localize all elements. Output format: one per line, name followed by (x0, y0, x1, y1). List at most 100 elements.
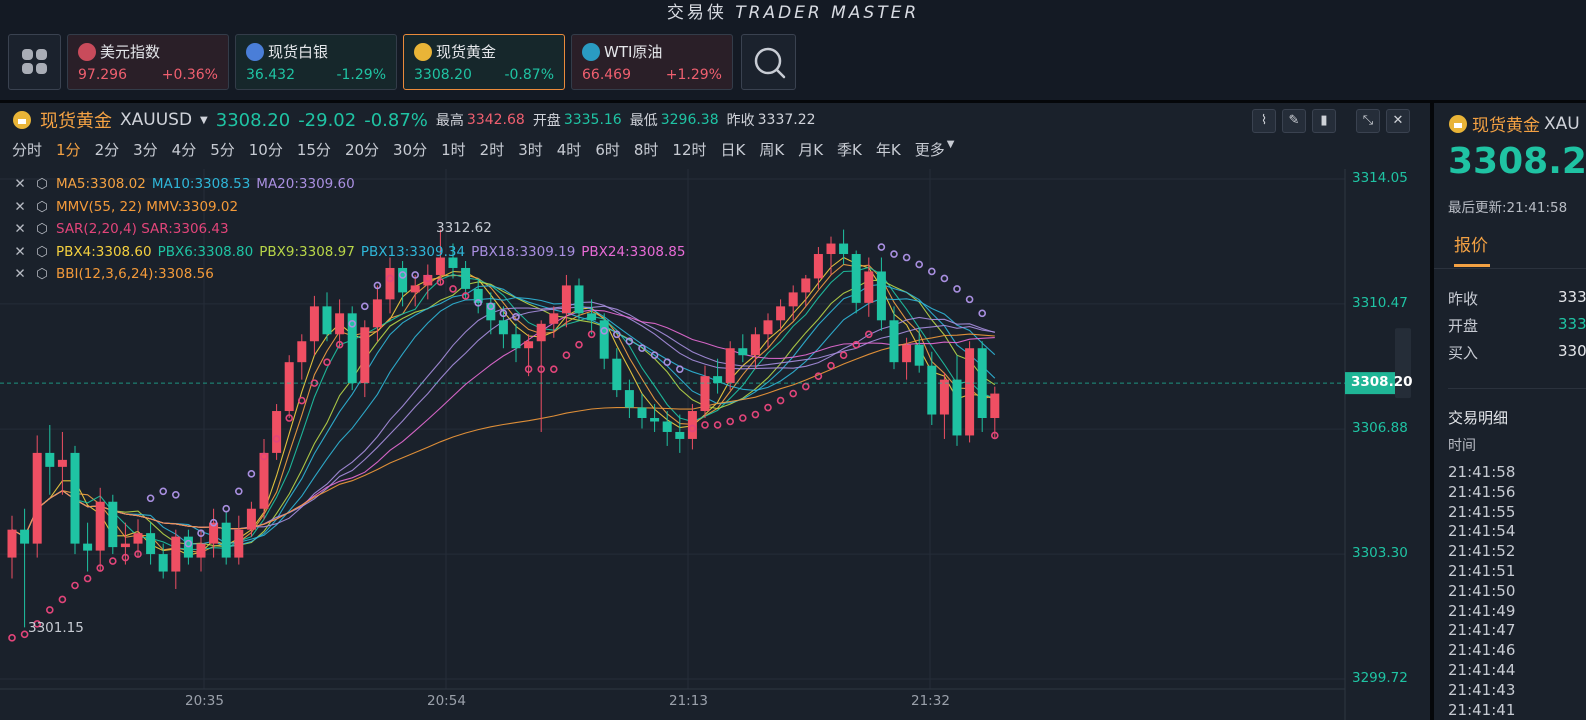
candle-body[interactable] (864, 271, 874, 303)
candle-body[interactable] (725, 348, 735, 384)
period-tab[interactable]: 5分 (210, 139, 235, 160)
candle-body[interactable] (70, 452, 80, 544)
candle-body[interactable] (561, 285, 571, 314)
period-tab[interactable]: 1分 (56, 139, 81, 160)
candle-body[interactable] (813, 254, 823, 279)
candle-body[interactable] (196, 543, 206, 558)
candle-body[interactable] (284, 362, 294, 412)
period-tab[interactable]: 分时 (12, 139, 42, 160)
remove-indicator-icon[interactable]: ✕ (12, 196, 28, 219)
candle-body[interactable] (788, 292, 798, 307)
period-tab[interactable]: 4分 (172, 139, 197, 160)
candle-body[interactable] (612, 358, 622, 391)
candle-body[interactable] (599, 320, 609, 359)
candle-body[interactable] (511, 334, 521, 349)
candle-body[interactable] (20, 529, 30, 544)
candle-body[interactable] (738, 348, 748, 356)
candle-body[interactable] (133, 533, 143, 544)
candle-body[interactable] (7, 529, 17, 558)
close-button[interactable]: ✕ (1386, 109, 1410, 133)
candle-body[interactable] (536, 323, 546, 342)
draw-button[interactable]: ✎ (1282, 109, 1306, 133)
grid-menu-button[interactable] (8, 34, 61, 90)
candle-body[interactable] (851, 254, 861, 303)
period-tab[interactable]: 更多 (915, 139, 945, 160)
symbol-code[interactable]: XAUUSD (120, 110, 192, 130)
candle-body[interactable] (410, 285, 420, 293)
period-tab[interactable]: 2时 (480, 139, 505, 160)
candle-body[interactable] (57, 459, 67, 467)
candle-body[interactable] (108, 501, 118, 548)
ticker-card[interactable]: 现货白银 36.432 -1.29% (235, 34, 397, 90)
symbol-name[interactable]: 现货黄金 (40, 107, 112, 133)
candle-body[interactable] (990, 393, 1000, 419)
period-tab[interactable]: 4时 (557, 139, 582, 160)
candle-body[interactable] (650, 418, 660, 422)
chevron-down-icon[interactable]: ▼ (200, 115, 208, 126)
candle-body[interactable] (45, 452, 55, 467)
candle-body[interactable] (826, 243, 836, 255)
candle-body[interactable] (662, 421, 672, 432)
collapse-button[interactable]: ⤡ (1356, 109, 1380, 133)
candle-body[interactable] (234, 529, 244, 558)
candle-body[interactable] (965, 348, 975, 436)
candle-body[interactable] (272, 411, 282, 453)
period-tab[interactable]: 2分 (95, 139, 120, 160)
candle-body[interactable] (549, 313, 559, 324)
settings-icon[interactable]: ⬡ (34, 196, 50, 219)
candle-body[interactable] (309, 306, 319, 342)
remove-indicator-icon[interactable]: ✕ (12, 263, 28, 286)
candle-body[interactable] (146, 533, 156, 555)
candle-body[interactable] (322, 306, 332, 335)
ticker-card[interactable]: 现货黄金 3308.20 -0.87% (403, 34, 565, 90)
period-tab[interactable]: 季K (837, 139, 862, 160)
settings-icon[interactable]: ⬡ (34, 241, 50, 264)
candle-body[interactable] (952, 379, 962, 436)
settings-icon[interactable]: ⬡ (34, 173, 50, 196)
period-tab[interactable]: 周K (759, 139, 784, 160)
indicator-button[interactable]: ⌇ (1252, 109, 1276, 133)
candle-body[interactable] (750, 334, 760, 356)
settings-icon[interactable]: ⬡ (34, 218, 50, 241)
candle-body[interactable] (876, 271, 886, 321)
period-tab[interactable]: 6时 (595, 139, 620, 160)
candle-body[interactable] (587, 313, 597, 321)
period-tab[interactable]: 10分 (249, 139, 283, 160)
candle-body[interactable] (902, 344, 912, 363)
candle-body[interactable] (763, 320, 773, 335)
candle-body[interactable] (624, 390, 634, 408)
candle-body[interactable] (83, 543, 93, 551)
candle-body[interactable] (675, 431, 685, 439)
period-tab[interactable]: 15分 (297, 139, 331, 160)
candle-body[interactable] (776, 306, 786, 321)
candle-body[interactable] (637, 407, 647, 419)
candle-body[interactable] (939, 379, 949, 415)
candle-body[interactable] (246, 508, 256, 530)
ticker-card[interactable]: WTI原油 66.469 +1.29% (571, 34, 733, 90)
candle-type-button[interactable]: ▮ (1312, 109, 1336, 133)
period-tab[interactable]: 年K (876, 139, 901, 160)
candle-body[interactable] (32, 452, 42, 544)
candle-body[interactable] (889, 320, 899, 363)
candle-body[interactable] (574, 285, 584, 314)
candle-body[interactable] (158, 554, 168, 572)
search-button[interactable] (741, 34, 796, 90)
candle-body[interactable] (95, 501, 105, 551)
chevron-down-icon[interactable]: ▼ (947, 139, 955, 160)
period-tab[interactable]: 日K (721, 139, 746, 160)
candle-body[interactable] (839, 243, 849, 255)
remove-indicator-icon[interactable]: ✕ (12, 241, 28, 264)
candle-body[interactable] (524, 341, 534, 349)
candle-body[interactable] (360, 327, 370, 384)
period-tab[interactable]: 月K (798, 139, 823, 160)
remove-indicator-icon[interactable]: ✕ (12, 173, 28, 196)
candle-body[interactable] (221, 522, 231, 558)
settings-icon[interactable]: ⬡ (34, 263, 50, 286)
period-tab[interactable]: 3时 (518, 139, 543, 160)
ticker-card[interactable]: 美元指数 97.296 +0.36% (67, 34, 229, 90)
candle-body[interactable] (120, 543, 130, 548)
candle-body[interactable] (927, 365, 937, 415)
remove-indicator-icon[interactable]: ✕ (12, 218, 28, 241)
period-tab[interactable]: 20分 (345, 139, 379, 160)
candle-body[interactable] (335, 313, 345, 335)
